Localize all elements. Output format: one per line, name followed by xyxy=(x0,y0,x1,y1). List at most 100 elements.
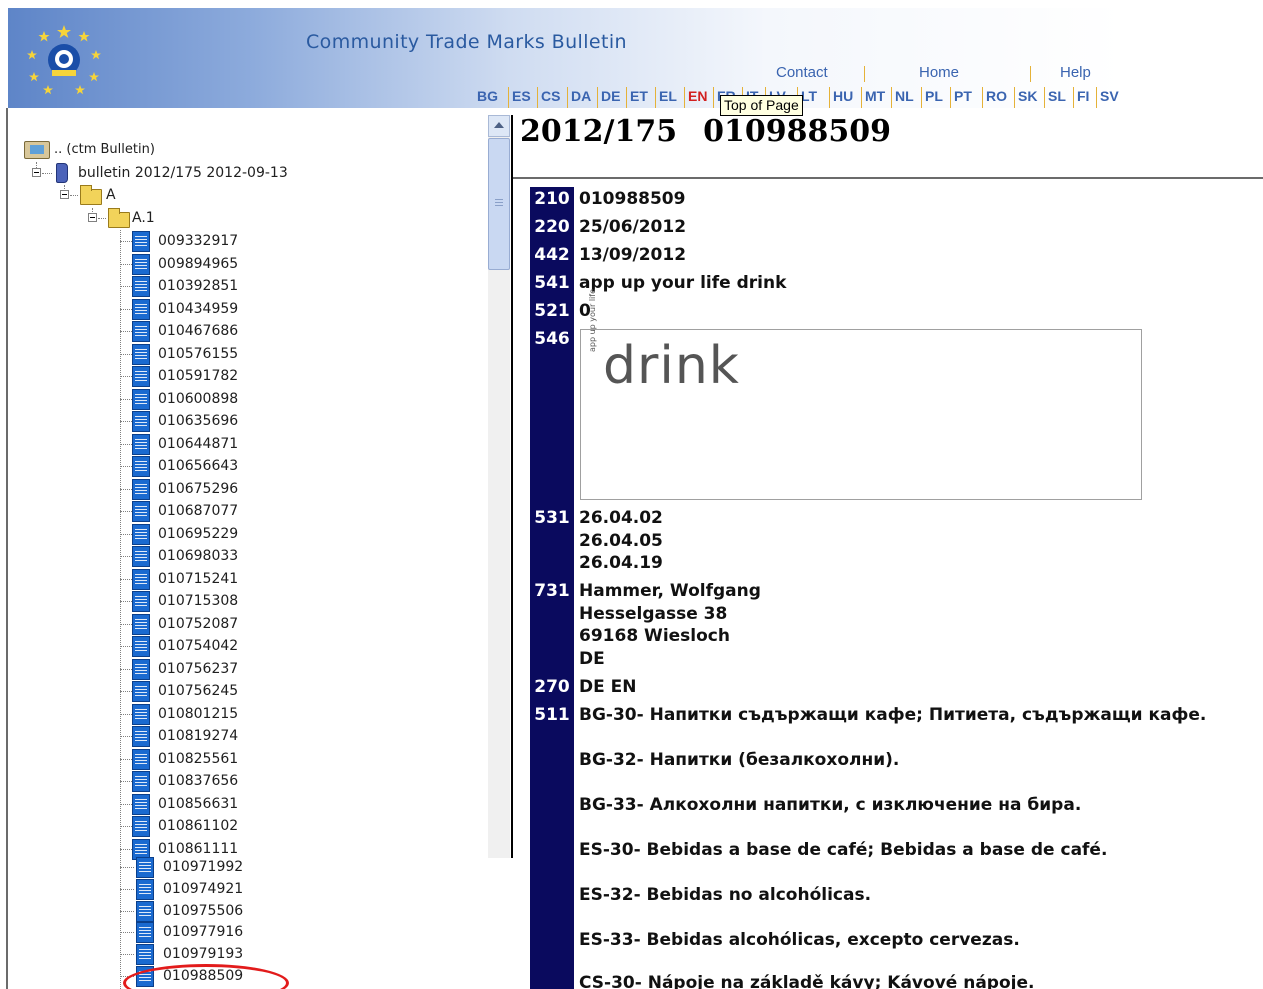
ohim-logo-icon xyxy=(22,22,106,98)
lang-pl[interactable]: PL xyxy=(921,87,943,108)
tree-item-12[interactable]: 010687077 xyxy=(158,500,238,522)
home-link[interactable]: Home xyxy=(919,64,959,81)
field-531-line-1: 26.04.02 xyxy=(579,507,663,530)
tree-item-23[interactable]: 010825561 xyxy=(158,748,238,770)
lang-cs[interactable]: CS xyxy=(537,87,560,108)
field-270-value: DE EN xyxy=(579,676,636,699)
document-icon xyxy=(132,614,150,635)
document-icon xyxy=(132,501,150,522)
tree-item-lower-4[interactable]: 010979193 xyxy=(163,943,243,965)
tree-item-21[interactable]: 010801215 xyxy=(158,703,238,725)
tree-item-5[interactable]: 010576155 xyxy=(158,343,238,365)
record-content: 2012/175010988509 210 010988509 220 25/0… xyxy=(513,108,1263,989)
tree-item-16[interactable]: 010715308 xyxy=(158,590,238,612)
lang-da[interactable]: DA xyxy=(567,87,591,108)
lang-en[interactable]: EN xyxy=(684,87,707,108)
folder-a1-icon xyxy=(108,212,130,228)
tree-item-9[interactable]: 010644871 xyxy=(158,433,238,455)
tree-root[interactable]: .. (ctm Bulletin) xyxy=(54,139,155,161)
field-731-line-2: Hesselgasse 38 xyxy=(579,603,727,626)
help-link[interactable]: Help xyxy=(1060,64,1091,81)
document-icon xyxy=(132,681,150,702)
lang-sl[interactable]: SL xyxy=(1044,87,1066,108)
lang-de[interactable]: DE xyxy=(597,87,620,108)
document-icon xyxy=(132,411,150,432)
inid-code-220: 220 xyxy=(530,215,574,239)
tree-item-7[interactable]: 010600898 xyxy=(158,388,238,410)
tree-item-25[interactable]: 010856631 xyxy=(158,793,238,815)
document-icon xyxy=(132,749,150,770)
field-531-line-3: 26.04.19 xyxy=(579,552,663,575)
field-210-value: 010988509 xyxy=(579,188,685,211)
tree-item-14[interactable]: 010698033 xyxy=(158,545,238,567)
tree-item-13[interactable]: 010695229 xyxy=(158,523,238,545)
tree-item-1[interactable]: 009894965 xyxy=(158,253,238,275)
trademark-image: app up your life drink xyxy=(580,329,1142,500)
lang-ro[interactable]: RO xyxy=(982,87,1007,108)
tree-item-19[interactable]: 010756237 xyxy=(158,658,238,680)
lang-el[interactable]: EL xyxy=(655,87,677,108)
trademark-image-tagline: app up your life xyxy=(588,289,597,352)
collapse-bulletin-icon[interactable] xyxy=(32,168,41,177)
collapse-folder-a-icon[interactable] xyxy=(60,190,69,199)
inid-code-521: 521 xyxy=(530,299,574,323)
tree-item-17[interactable]: 010752087 xyxy=(158,613,238,635)
tree-item-11[interactable]: 010675296 xyxy=(158,478,238,500)
inid-code-442: 442 xyxy=(530,243,574,267)
field-511-line-2: BG-32- Напитки (безалкохолни). xyxy=(579,749,899,772)
tree-item-22[interactable]: 010819274 xyxy=(158,725,238,747)
scroll-thumb[interactable] xyxy=(488,138,510,270)
lang-pt[interactable]: PT xyxy=(950,87,972,108)
document-icon xyxy=(132,299,150,320)
document-icon xyxy=(136,944,154,965)
contact-link[interactable]: Contact xyxy=(776,64,828,81)
tree-item-4[interactable]: 010467686 xyxy=(158,320,238,342)
tree-item-3[interactable]: 010434959 xyxy=(158,298,238,320)
collapse-folder-a1-icon[interactable] xyxy=(88,213,97,222)
inid-code-270: 270 xyxy=(530,675,574,699)
document-icon xyxy=(132,321,150,342)
tree-item-8[interactable]: 010635696 xyxy=(158,410,238,432)
document-icon xyxy=(132,434,150,455)
tree-item-lower-2[interactable]: 010975506 xyxy=(163,900,243,922)
tree-item-2[interactable]: 010392851 xyxy=(158,275,238,297)
inid-code-731: 731 xyxy=(530,579,574,603)
document-icon xyxy=(132,389,150,410)
scroll-up-arrow-icon[interactable] xyxy=(488,115,510,137)
tree-bulletin[interactable]: bulletin 2012/175 2012-09-13 xyxy=(78,162,288,184)
document-icon xyxy=(132,344,150,365)
tree-item-0[interactable]: 009332917 xyxy=(158,230,238,252)
top-of-page-tooltip: Top of Page xyxy=(720,95,803,116)
document-icon xyxy=(132,659,150,680)
document-icon xyxy=(132,569,150,590)
inid-code-531: 531 xyxy=(530,506,574,530)
lang-sv[interactable]: SV xyxy=(1096,87,1119,108)
lang-hu[interactable]: HU xyxy=(829,87,853,108)
tree-item-6[interactable]: 010591782 xyxy=(158,365,238,387)
document-icon xyxy=(136,879,154,900)
tree-item-24[interactable]: 010837656 xyxy=(158,770,238,792)
tree-item-lower-3[interactable]: 010977916 xyxy=(163,921,243,943)
lang-es[interactable]: ES xyxy=(508,87,531,108)
tree-item-20[interactable]: 010756245 xyxy=(158,680,238,702)
record-issue: 2012/175 xyxy=(520,114,677,149)
lang-fi[interactable]: FI xyxy=(1073,87,1089,108)
tree-item-18[interactable]: 010754042 xyxy=(158,635,238,657)
tree-item-10[interactable]: 010656643 xyxy=(158,455,238,477)
tree-item-lower-1[interactable]: 010974921 xyxy=(163,878,243,900)
lang-bg[interactable]: BG xyxy=(474,87,498,108)
field-511-line-3: BG-33- Алкохолни напитки, с изключение н… xyxy=(579,794,1081,817)
document-icon xyxy=(132,231,150,252)
inid-code-511: 511 xyxy=(530,703,574,727)
document-icon xyxy=(132,366,150,387)
lang-et[interactable]: ET xyxy=(626,87,648,108)
tree-item-26[interactable]: 010861102 xyxy=(158,815,238,837)
lang-sk[interactable]: SK xyxy=(1014,87,1037,108)
lang-mt[interactable]: MT xyxy=(861,87,885,108)
tree-folder-a[interactable]: A xyxy=(106,184,116,206)
tree-folder-a1[interactable]: A.1 xyxy=(132,207,155,229)
tree-item-15[interactable]: 010715241 xyxy=(158,568,238,590)
lang-nl[interactable]: NL xyxy=(891,87,914,108)
tree-item-lower-0[interactable]: 010971992 xyxy=(163,856,243,878)
record-heading: 2012/175010988509 xyxy=(520,114,891,149)
